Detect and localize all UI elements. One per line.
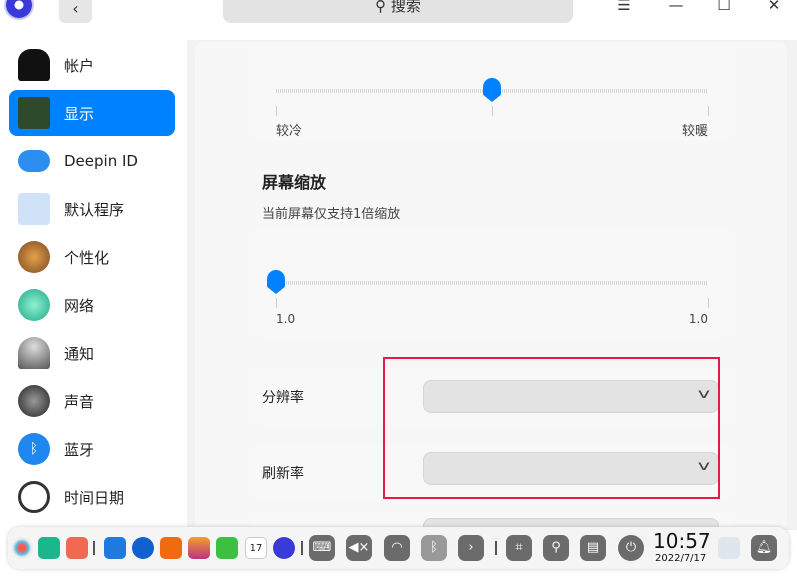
slider-tick (276, 298, 277, 308)
account-icon (18, 49, 50, 81)
back-button[interactable]: ‹ (59, 0, 92, 23)
dock-separator (495, 541, 497, 555)
search-placeholder: 搜索 (390, 0, 421, 15)
sidebar-item-display[interactable]: 显示 (9, 90, 175, 136)
trash-icon[interactable] (718, 537, 740, 559)
slider-tick (492, 106, 493, 116)
screenshot-icon[interactable]: ⌗ (506, 535, 532, 561)
workspace-icon[interactable] (66, 537, 88, 559)
clock-date[interactable]: 2022/7/17 (655, 553, 706, 564)
color-temperature-panel: 较冷 较暖 (252, 42, 732, 140)
sidebar-item-label: 通知 (64, 344, 95, 363)
sidebar: 帐户 显示 Deepin ID 默认程序 个性化 网络 通知 声音 ᛒ 蓝牙 时间… (0, 40, 187, 520)
sidebar-item-label: 默认程序 (64, 200, 125, 219)
refresh-rate-label: 刷新率 (262, 466, 304, 482)
close-button[interactable]: ✕ (764, 0, 784, 14)
scale-min-label: 1.0 (276, 312, 296, 326)
calendar-icon[interactable]: 17 (245, 537, 267, 559)
sidebar-item-default-apps[interactable]: 默认程序 (9, 186, 175, 232)
scaling-slider-handle[interactable] (267, 270, 285, 294)
sidebar-item-label: 网络 (64, 296, 95, 315)
mute-icon[interactable]: ◀× (346, 535, 372, 561)
color-temperature-slider-handle[interactable] (483, 78, 501, 102)
scale-max-label: 1.0 (688, 312, 708, 326)
search-tray-icon[interactable]: ⚲ (543, 535, 569, 561)
scaling-panel: 1.0 1.0 (252, 228, 732, 338)
onscreen-keyboard-icon[interactable]: ▤ (580, 535, 606, 561)
sidebar-item-notifications[interactable]: 通知 (9, 330, 175, 376)
scaling-subtitle: 当前屏幕仅支持1倍缩放 (262, 207, 401, 222)
sidebar-item-label: 显示 (64, 104, 95, 123)
sidebar-item-label: Deepin ID (64, 152, 138, 170)
expand-tray-icon[interactable]: › (458, 535, 484, 561)
sidebar-item-label: 帐户 (64, 56, 95, 75)
app-logo-icon (4, 0, 34, 20)
network-icon (18, 289, 50, 321)
photos-icon[interactable] (188, 537, 210, 559)
launcher-icon[interactable] (11, 537, 33, 559)
minimize-button[interactable]: — (666, 0, 686, 14)
sidebar-item-network[interactable]: 网络 (9, 282, 175, 328)
dock: 17 ⌨ ◀× ◠ ᛒ › ⌗ ⚲ ▤ ⏻ 10:57 2022/7/17 🔔︎ (8, 527, 789, 569)
app-store-icon[interactable] (104, 537, 126, 559)
dock-separator (93, 541, 95, 555)
maximize-button[interactable]: ☐ (714, 0, 734, 14)
dock-separator (301, 541, 303, 555)
scaling-slider[interactable] (276, 281, 708, 285)
search-icon: ⚲ (375, 0, 391, 15)
browser-icon[interactable] (132, 537, 154, 559)
clock-icon (18, 481, 50, 513)
notification-bell-icon[interactable]: 🔔︎ (751, 535, 777, 561)
bell-icon (18, 337, 50, 369)
scaling-title: 屏幕缩放 (262, 173, 327, 192)
multitask-icon[interactable] (38, 537, 60, 559)
default-apps-icon (18, 193, 50, 225)
sidebar-item-label: 蓝牙 (64, 440, 95, 459)
shop-icon[interactable] (160, 537, 182, 559)
sidebar-item-deepin-id[interactable]: Deepin ID (9, 138, 175, 184)
slider-tick (276, 106, 277, 116)
slider-tick (708, 106, 709, 116)
control-center-icon[interactable] (273, 537, 295, 559)
slider-tick (708, 298, 709, 308)
menu-icon[interactable]: ☰ (614, 0, 634, 14)
bluetooth-icon: ᛒ (18, 433, 50, 465)
sidebar-item-label: 声音 (64, 392, 95, 411)
cloud-icon (18, 150, 50, 172)
warmer-label: 较暖 (681, 124, 708, 139)
speaker-icon (18, 385, 50, 417)
sidebar-item-personalization[interactable]: 个性化 (9, 234, 175, 280)
highlight-box (383, 357, 720, 499)
sidebar-item-label: 个性化 (64, 248, 110, 267)
resolution-label: 分辨率 (262, 390, 304, 406)
sidebar-item-bluetooth[interactable]: ᛒ 蓝牙 (9, 426, 175, 472)
sidebar-item-datetime[interactable]: 时间日期 (9, 474, 175, 520)
display-icon (18, 97, 50, 129)
sidebar-item-label: 时间日期 (64, 488, 125, 507)
sidebar-item-sound[interactable]: 声音 (9, 378, 175, 424)
cooler-label: 较冷 (276, 124, 303, 139)
bluetooth-tray-icon[interactable]: ᛒ (421, 535, 447, 561)
music-icon[interactable] (216, 537, 238, 559)
sidebar-item-accounts[interactable]: 帐户 (9, 42, 175, 88)
keyboard-icon[interactable]: ⌨ (309, 535, 335, 561)
power-icon[interactable]: ⏻ (618, 535, 644, 561)
palette-icon (18, 241, 50, 273)
wifi-icon[interactable]: ◠ (384, 535, 410, 561)
clock-time[interactable]: 10:57 (653, 529, 711, 553)
search-input[interactable]: ⚲ 搜索 (223, 0, 573, 23)
title-bar: ‹ ⚲ 搜索 ☰ — ☐ ✕ (0, 0, 797, 40)
